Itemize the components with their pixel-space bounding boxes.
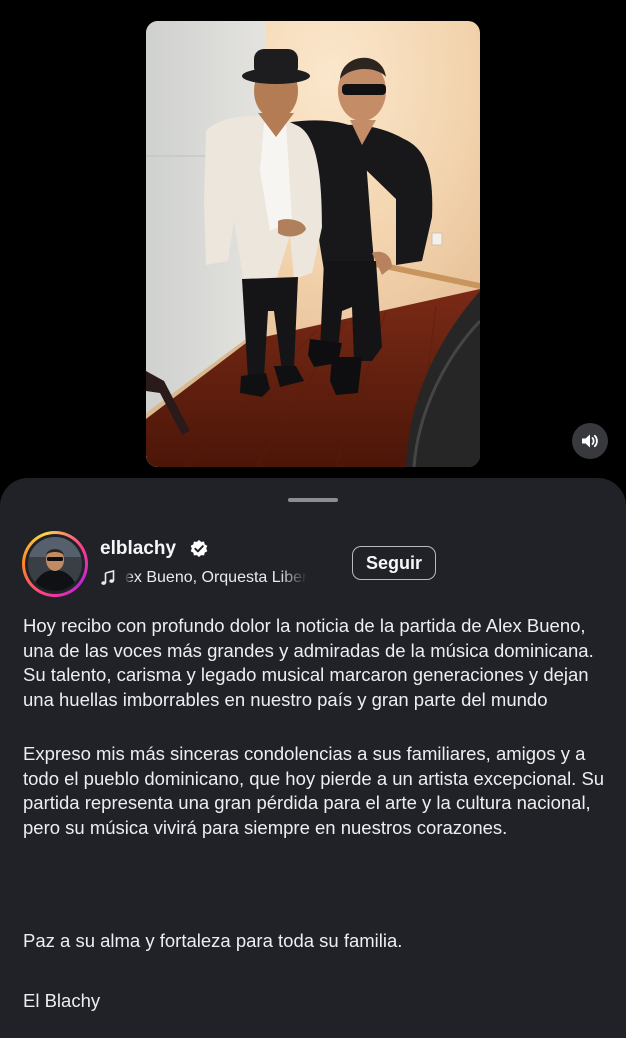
music-note-icon: [101, 570, 115, 585]
verified-badge-icon: [190, 540, 208, 557]
audio-track-name: ex Bueno, Orquesta Liber: [125, 569, 308, 586]
caption-signature: El Blachy: [23, 990, 101, 1011]
sheet-drag-handle[interactable]: [288, 498, 338, 502]
speaker-icon: [582, 434, 598, 448]
author-username[interactable]: elblachy: [100, 538, 176, 560]
caption-paragraph: Expreso mis más sinceras condolencias a …: [23, 743, 605, 838]
post-photo[interactable]: [146, 21, 480, 467]
caption-sheet: elblachy ex Bueno, Orquesta Liber Seguir…: [0, 478, 626, 1038]
audio-track-link[interactable]: ex Bueno, Orquesta Liber: [100, 567, 335, 589]
mute-button[interactable]: [572, 423, 608, 459]
story-ring[interactable]: [22, 531, 88, 597]
avatar[interactable]: [28, 537, 82, 591]
caption-paragraph: Paz a su alma y fortaleza para toda su f…: [23, 930, 403, 951]
follow-button[interactable]: Seguir: [352, 546, 436, 580]
caption-paragraph: Hoy recibo con profundo dolor la noticia…: [23, 615, 594, 710]
